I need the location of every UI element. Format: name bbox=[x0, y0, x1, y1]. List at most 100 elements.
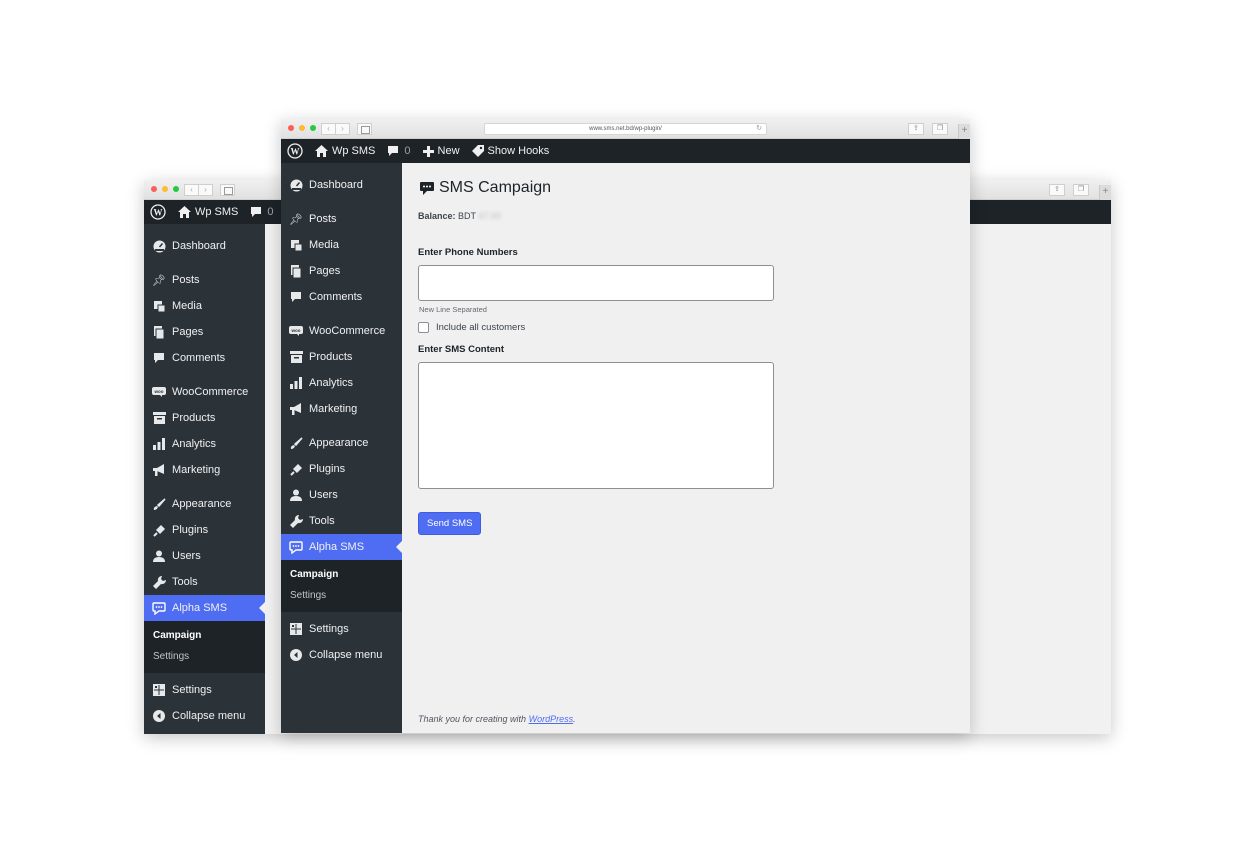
site-name-link[interactable]: Wp SMS bbox=[309, 139, 381, 163]
menu-products[interactable]: Products bbox=[281, 344, 402, 370]
new-content-link[interactable]: New bbox=[417, 139, 466, 163]
wordpress-logo-icon[interactable]: W bbox=[144, 200, 172, 224]
menu-users[interactable]: Users bbox=[281, 482, 402, 508]
menu-woocommerce[interactable]: woo WooCommerce bbox=[281, 318, 402, 344]
tabs-icon[interactable]: ❐ bbox=[1073, 184, 1089, 196]
comment-icon bbox=[289, 290, 303, 304]
main-content: SMS Campaign Balance: BDT 47.00 Enter Ph… bbox=[402, 163, 970, 733]
menu-collapse[interactable]: Collapse menu bbox=[281, 642, 402, 668]
back-menu-posts[interactable]: 📌︎ Posts bbox=[144, 267, 265, 293]
woo-icon: woo bbox=[289, 324, 303, 338]
svg-text:W: W bbox=[154, 208, 163, 218]
send-sms-button[interactable]: Send SMS bbox=[418, 512, 482, 535]
front-titlebar: ‹ › www.sms.net.bd/wp-plugin/ ↻ ⇪ ❐ + bbox=[281, 119, 970, 139]
menu-settings[interactable]: Settings bbox=[281, 616, 402, 642]
back-menu-analytics[interactable]: Analytics bbox=[144, 431, 265, 457]
close-dot[interactable] bbox=[151, 186, 157, 192]
wrench-icon bbox=[289, 514, 303, 528]
menu-appearance[interactable]: Appearance bbox=[281, 430, 402, 456]
back-arrow-icon[interactable]: ‹ bbox=[321, 123, 336, 135]
site-name-link[interactable]: Wp SMS bbox=[172, 200, 244, 224]
wrench-icon bbox=[152, 575, 166, 589]
menu-analytics[interactable]: Analytics bbox=[281, 370, 402, 396]
back-menu-dashboard[interactable]: Dashboard bbox=[144, 233, 265, 259]
back-menu-media[interactable]: Media bbox=[144, 293, 265, 319]
menu-alpha-sms[interactable]: Alpha SMS bbox=[281, 534, 402, 560]
wordpress-link[interactable]: WordPress bbox=[529, 714, 574, 724]
sms-content-input[interactable] bbox=[418, 362, 774, 489]
reload-icon[interactable]: ↻ bbox=[756, 124, 762, 134]
show-hooks-link[interactable]: Show Hooks bbox=[466, 139, 556, 163]
back-menu-users[interactable]: Users bbox=[144, 543, 265, 569]
comments-link[interactable]: 0 bbox=[381, 139, 416, 163]
back-menu-alpha-sms[interactable]: Alpha SMS bbox=[144, 595, 265, 621]
submenu-settings[interactable]: Settings bbox=[281, 585, 402, 606]
menu-comments[interactable]: Comments bbox=[281, 284, 402, 310]
submenu-campaign[interactable]: Campaign bbox=[281, 564, 402, 585]
back-menu-settings[interactable]: Settings bbox=[144, 677, 265, 703]
megaphone-icon bbox=[152, 463, 166, 477]
back-menu-products[interactable]: Products bbox=[144, 405, 265, 431]
user-icon bbox=[152, 549, 166, 563]
url-text: www.sms.net.bd/wp-plugin/ bbox=[589, 126, 662, 132]
forward-arrow-icon[interactable]: › bbox=[335, 123, 350, 135]
chat-icon bbox=[152, 601, 166, 615]
new-tab-icon[interactable]: + bbox=[958, 124, 970, 139]
back-arrow-icon[interactable]: ‹ bbox=[184, 184, 199, 196]
menu-posts[interactable]: 📌︎ Posts bbox=[281, 206, 402, 232]
back-menu-plugins[interactable]: Plugins bbox=[144, 517, 265, 543]
menu-dashboard[interactable]: Dashboard bbox=[281, 172, 402, 198]
brush-icon bbox=[152, 497, 166, 511]
close-dot[interactable] bbox=[288, 125, 294, 131]
back-menu-collapse[interactable]: Collapse menu bbox=[144, 703, 265, 729]
maximize-dot[interactable] bbox=[310, 125, 316, 131]
menu-media[interactable]: Media bbox=[281, 232, 402, 258]
back-submenu-settings[interactable]: Settings bbox=[144, 646, 265, 667]
menu-plugins[interactable]: Plugins bbox=[281, 456, 402, 482]
comments-link[interactable]: 0 bbox=[244, 200, 279, 224]
back-menu-comments[interactable]: Comments bbox=[144, 345, 265, 371]
balance-currency: BDT bbox=[458, 211, 476, 221]
back-menu-tools[interactable]: Tools bbox=[144, 569, 265, 595]
home-icon bbox=[178, 206, 191, 218]
back-menu-pages[interactable]: Pages bbox=[144, 319, 265, 345]
minimize-dot[interactable] bbox=[162, 186, 168, 192]
menu-tools[interactable]: Tools bbox=[281, 508, 402, 534]
collapse-icon bbox=[152, 709, 166, 723]
back-menu-woocommerce[interactable]: woo WooCommerce bbox=[144, 379, 265, 405]
comment-bubble-icon bbox=[251, 207, 262, 217]
back-menu-marketing[interactable]: Marketing bbox=[144, 457, 265, 483]
menu-pages[interactable]: Pages bbox=[281, 258, 402, 284]
phone-numbers-label: Enter Phone Numbers bbox=[418, 247, 518, 258]
sidebar-toggle-icon[interactable] bbox=[357, 123, 372, 135]
window-controls bbox=[288, 125, 316, 131]
address-bar[interactable]: www.sms.net.bd/wp-plugin/ ↻ bbox=[484, 123, 767, 135]
sidebar-toggle-icon[interactable] bbox=[220, 184, 235, 196]
sms-content-label: Enter SMS Content bbox=[418, 344, 505, 355]
archive-icon bbox=[289, 350, 303, 364]
phone-numbers-input[interactable] bbox=[418, 265, 774, 301]
show-hooks-label: Show Hooks bbox=[487, 145, 550, 157]
include-customers-row[interactable]: Include all customers bbox=[418, 322, 954, 333]
dashboard-icon bbox=[152, 239, 166, 253]
admin-bar: W Wp SMS 0 New Show Hooks bbox=[281, 139, 970, 163]
back-menu-appearance[interactable]: Appearance bbox=[144, 491, 265, 517]
bar-chart-icon bbox=[152, 437, 166, 451]
tag-icon bbox=[471, 145, 484, 157]
include-customers-checkbox[interactable] bbox=[418, 322, 429, 333]
minimize-dot[interactable] bbox=[299, 125, 305, 131]
new-tab-icon[interactable]: + bbox=[1099, 185, 1111, 200]
media-icon bbox=[152, 299, 166, 313]
maximize-dot[interactable] bbox=[173, 186, 179, 192]
menu-marketing[interactable]: Marketing bbox=[281, 396, 402, 422]
window-controls bbox=[151, 186, 179, 192]
wordpress-logo-icon[interactable]: W bbox=[281, 139, 309, 163]
back-submenu-campaign[interactable]: Campaign bbox=[144, 625, 265, 646]
forward-arrow-icon[interactable]: › bbox=[198, 184, 213, 196]
tabs-icon[interactable]: ❐ bbox=[932, 123, 948, 135]
sms-bubble-icon bbox=[420, 181, 434, 195]
toolbar-right: ⇪ ❐ bbox=[1049, 184, 1089, 196]
share-icon[interactable]: ⇪ bbox=[908, 123, 924, 135]
pages-icon bbox=[289, 264, 303, 278]
share-icon[interactable]: ⇪ bbox=[1049, 184, 1065, 196]
